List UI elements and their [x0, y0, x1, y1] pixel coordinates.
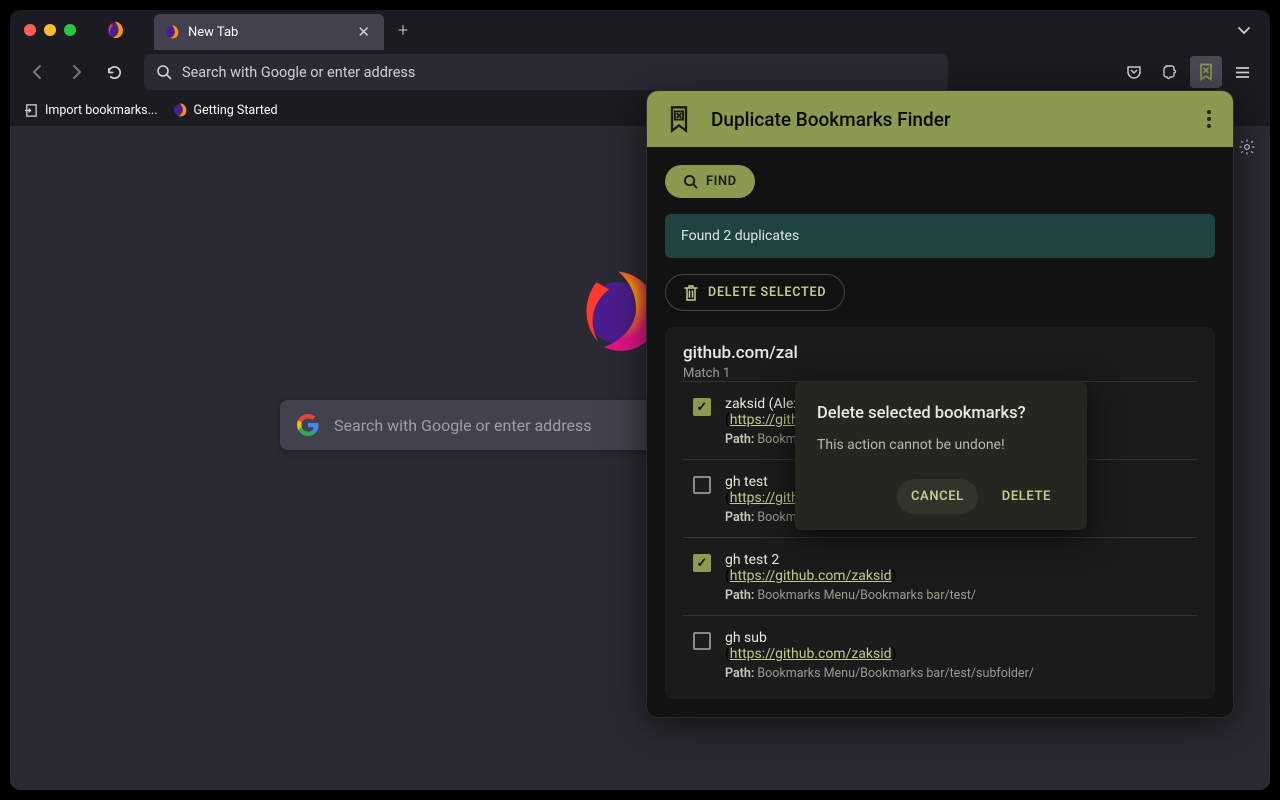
puzzle-icon: [1161, 63, 1179, 81]
bookmark-path: Bookmarks Menu/Bookmarks bar/test/subfol…: [757, 666, 1034, 681]
import-bookmarks-label: Import bookmarks...: [45, 103, 158, 118]
arrow-right-icon: [67, 63, 85, 81]
extension-popup: Duplicate Bookmarks Finder FIND Found 2 …: [646, 90, 1234, 718]
titlebar-overflow[interactable]: [1236, 22, 1270, 38]
extension-title: Duplicate Bookmarks Finder: [711, 108, 1185, 131]
tab-new-tab[interactable]: New Tab ✕: [154, 14, 384, 50]
import-bookmarks-button[interactable]: Import bookmarks...: [24, 103, 158, 118]
search-icon: [683, 174, 698, 189]
toolbar-right: [1118, 56, 1258, 88]
address-bar[interactable]: [144, 54, 948, 90]
reload-button[interactable]: [98, 56, 130, 88]
kebab-icon: [1207, 110, 1211, 128]
path-label: Path:: [725, 432, 754, 447]
window-controls: [10, 24, 76, 36]
confirm-delete-dialog: Delete selected bookmarks? This action c…: [795, 382, 1087, 530]
bookmark-url[interactable]: https://gith: [730, 412, 799, 428]
chevron-down-icon: [1236, 22, 1252, 38]
address-input[interactable]: [182, 64, 936, 81]
back-button[interactable]: [22, 56, 54, 88]
match-group-title: github.com/zal: [683, 343, 1197, 363]
newtab-settings-button[interactable]: [1238, 138, 1256, 156]
status-banner: Found 2 duplicates: [665, 214, 1215, 258]
dialog-actions: CANCEL DELETE: [817, 479, 1065, 514]
minimize-window-button[interactable]: [44, 24, 56, 36]
firefox-icon: [172, 102, 188, 118]
reload-icon: [106, 64, 123, 81]
bookmark-checkbox[interactable]: [693, 398, 711, 416]
bookmark-path: Bookmarks Menu/Bookmarks bar/test/: [757, 588, 976, 603]
gear-icon: [1238, 138, 1256, 156]
path-label: Path:: [725, 510, 754, 525]
getting-started-bookmark[interactable]: Getting Started: [172, 102, 278, 118]
arrow-left-icon: [29, 63, 47, 81]
new-tab-button[interactable]: +: [384, 20, 422, 41]
google-icon: [296, 413, 320, 437]
firefox-icon: [164, 24, 180, 40]
bookmark-url[interactable]: https://github.com/zaksid: [730, 646, 892, 662]
app-menu-button[interactable]: [1226, 56, 1258, 88]
maximize-window-button[interactable]: [64, 24, 76, 36]
dialog-title: Delete selected bookmarks?: [817, 404, 1065, 423]
dialog-message: This action cannot be undone!: [817, 437, 1065, 453]
duplicate-bookmarks-extension-button[interactable]: [1190, 56, 1222, 88]
bookmark-url[interactable]: https://github.com/zaksid: [730, 568, 892, 584]
import-icon: [24, 103, 39, 118]
bookmark-info: gh sub (https://github.com/zaksid) Path:…: [725, 630, 1197, 681]
path-label: Path:: [725, 666, 754, 681]
firefox-icon: [105, 20, 125, 40]
match-group-subtitle: Match 1: [683, 366, 1197, 381]
hamburger-icon: [1234, 64, 1251, 81]
find-button[interactable]: FIND: [665, 165, 755, 198]
tab-title: New Tab: [188, 25, 345, 40]
trash-icon: [684, 285, 698, 301]
bookmark-name: gh sub: [725, 630, 767, 646]
bookmark-checkbox[interactable]: [693, 554, 711, 572]
forward-button[interactable]: [60, 56, 92, 88]
dialog-cancel-button[interactable]: CANCEL: [897, 479, 978, 514]
extensions-button[interactable]: [1154, 56, 1186, 88]
extension-body: FIND Found 2 duplicates DELETE SELECTED …: [647, 147, 1233, 717]
bookmark-row: gh test 2 (https://github.com/zaksid) Pa…: [683, 537, 1197, 615]
bookmark-path: Bookm: [757, 432, 796, 447]
extension-header: Duplicate Bookmarks Finder: [647, 91, 1233, 147]
bookmark-info: gh test 2 (https://github.com/zaksid) Pa…: [725, 552, 1197, 603]
pocket-button[interactable]: [1118, 56, 1150, 88]
find-button-label: FIND: [706, 174, 737, 189]
titlebar-logo: [76, 20, 154, 40]
bookmark-x-icon: [1196, 62, 1216, 82]
dialog-delete-button[interactable]: DELETE: [988, 479, 1065, 514]
bookmark-checkbox[interactable]: [693, 476, 711, 494]
path-label: Path:: [725, 588, 754, 603]
pocket-icon: [1125, 63, 1143, 81]
delete-selected-label: DELETE SELECTED: [708, 285, 826, 300]
bookmark-name: gh test: [725, 474, 768, 490]
bookmark-checkbox[interactable]: [693, 632, 711, 650]
nav-toolbar: [10, 50, 1270, 94]
close-window-button[interactable]: [24, 24, 36, 36]
bookmark-row: gh sub (https://github.com/zaksid) Path:…: [683, 615, 1197, 693]
bookmark-name: zaksid (Alex: [725, 396, 800, 412]
tab-close-button[interactable]: ✕: [353, 21, 374, 43]
extension-menu-button[interactable]: [1203, 106, 1215, 132]
bookmark-name: gh test 2: [725, 552, 779, 568]
getting-started-label: Getting Started: [194, 103, 278, 118]
bookmark-x-icon: [665, 105, 693, 133]
search-icon: [156, 64, 172, 80]
delete-selected-button[interactable]: DELETE SELECTED: [665, 274, 845, 311]
titlebar: New Tab ✕ +: [10, 10, 1270, 50]
